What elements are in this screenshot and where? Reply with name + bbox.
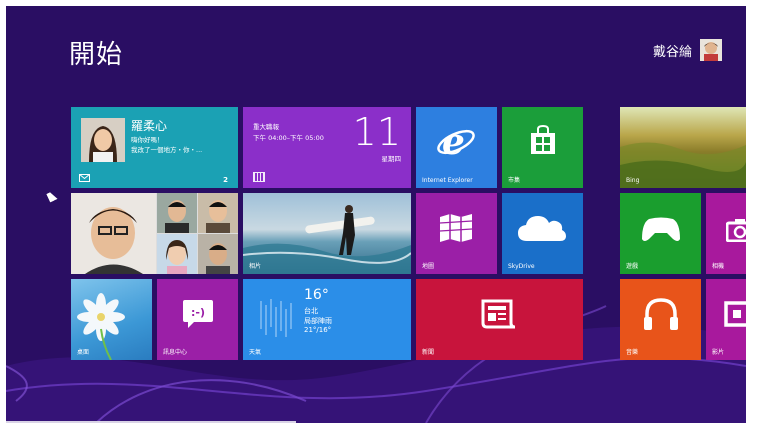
store-tile[interactable]: 市集 <box>502 107 583 188</box>
video-tile[interactable]: 影片 <box>706 279 746 360</box>
music-tile[interactable]: 音樂 <box>620 279 701 360</box>
weather-label: 天氣 <box>249 349 262 356</box>
bing-tile[interactable]: Bing <box>620 107 746 188</box>
calendar-icon <box>253 172 265 182</box>
start-title: 開始 <box>69 40 124 70</box>
people-photo-3 <box>157 234 197 274</box>
photos-surfer-image <box>243 205 411 274</box>
mail-unread-count: 2 <box>223 176 228 184</box>
svg-text:e: e <box>442 122 465 162</box>
cloud-icon <box>518 216 566 241</box>
messaging-icon: :-) <box>183 300 213 328</box>
user-account[interactable]: 戴谷綸 <box>653 39 722 61</box>
calendar-event-time: 下午 04:00–下午 05:00 <box>253 134 324 142</box>
mail-preview-line1: 嗨你好嗎！ <box>131 136 164 144</box>
headphones-icon <box>644 298 678 330</box>
internet-explorer-icon: e <box>437 122 475 162</box>
people-photo-1 <box>157 193 197 233</box>
internet-explorer-tile[interactable]: e Internet Explorer <box>416 107 497 188</box>
weather-temperature: 16° <box>304 287 329 303</box>
envelope-icon <box>79 174 90 182</box>
games-tile[interactable]: 遊戲 <box>620 193 701 274</box>
mail-contact-name: 羅柔心 <box>131 119 168 133</box>
maps-tile[interactable]: 地圖 <box>416 193 497 274</box>
weather-condition: 局部陣雨 <box>304 317 332 325</box>
game-controller-icon <box>642 217 680 241</box>
people-photo-4 <box>198 234 238 274</box>
games-label: 遊戲 <box>626 263 639 270</box>
people-photo-main <box>71 193 156 274</box>
internet-explorer-label: Internet Explorer <box>422 177 473 184</box>
svg-text::-): :-) <box>191 306 205 319</box>
news-tile[interactable]: 新聞 <box>416 279 583 360</box>
music-label: 音樂 <box>626 349 639 356</box>
contact-photo <box>81 118 125 162</box>
video-icon <box>724 301 746 327</box>
messaging-label: 訊息中心 <box>163 349 188 356</box>
bing-label: Bing <box>626 177 640 184</box>
photos-tile[interactable]: 相片 <box>243 193 411 274</box>
horizontal-scrollbar[interactable] <box>6 421 296 423</box>
desktop-label: 桌面 <box>77 349 90 356</box>
photos-label: 相片 <box>249 263 262 270</box>
calendar-event: 重大職報 <box>253 123 279 131</box>
bing-landscape-image <box>620 142 746 188</box>
mouse-cursor <box>46 190 58 203</box>
news-label: 新聞 <box>422 349 435 356</box>
start-screen: 開始 戴谷綸 羅柔心 嗨你好嗎！ 我改了一個地方・你・... 2 重大職報 下午… <box>6 6 746 423</box>
newspaper-icon <box>481 299 516 329</box>
map-icon <box>439 214 473 242</box>
people-tile[interactable] <box>71 193 238 274</box>
maps-label: 地圖 <box>422 263 435 270</box>
calendar-day: 11 <box>352 110 401 154</box>
skydrive-label: SkyDrive <box>508 263 535 270</box>
store-bag-icon <box>531 125 555 154</box>
weather-city: 台北 <box>304 307 318 315</box>
camera-tile[interactable]: 相機 <box>706 193 746 274</box>
video-label: 影片 <box>712 349 725 356</box>
camera-label: 相機 <box>712 263 725 270</box>
skydrive-tile[interactable]: SkyDrive <box>502 193 583 274</box>
weather-rain-icon <box>260 299 292 337</box>
camera-icon <box>726 219 746 242</box>
weather-tile[interactable]: 16° 台北 局部陣雨 21°/16° 天氣 <box>243 279 411 360</box>
calendar-weekday: 星期四 <box>381 155 402 163</box>
mail-preview-line2: 我改了一個地方・你・... <box>131 146 203 154</box>
avatar <box>700 39 722 61</box>
calendar-tile[interactable]: 重大職報 下午 04:00–下午 05:00 11 星期四 <box>243 107 411 188</box>
mail-tile[interactable]: 羅柔心 嗨你好嗎！ 我改了一個地方・你・... 2 <box>71 107 238 188</box>
messaging-tile[interactable]: :-) 訊息中心 <box>157 279 238 360</box>
user-name: 戴谷綸 <box>652 44 692 60</box>
people-photo-2 <box>198 193 238 233</box>
desktop-tile[interactable]: 桌面 <box>71 279 152 360</box>
weather-range: 21°/16° <box>304 326 332 334</box>
store-label: 市集 <box>508 177 521 184</box>
